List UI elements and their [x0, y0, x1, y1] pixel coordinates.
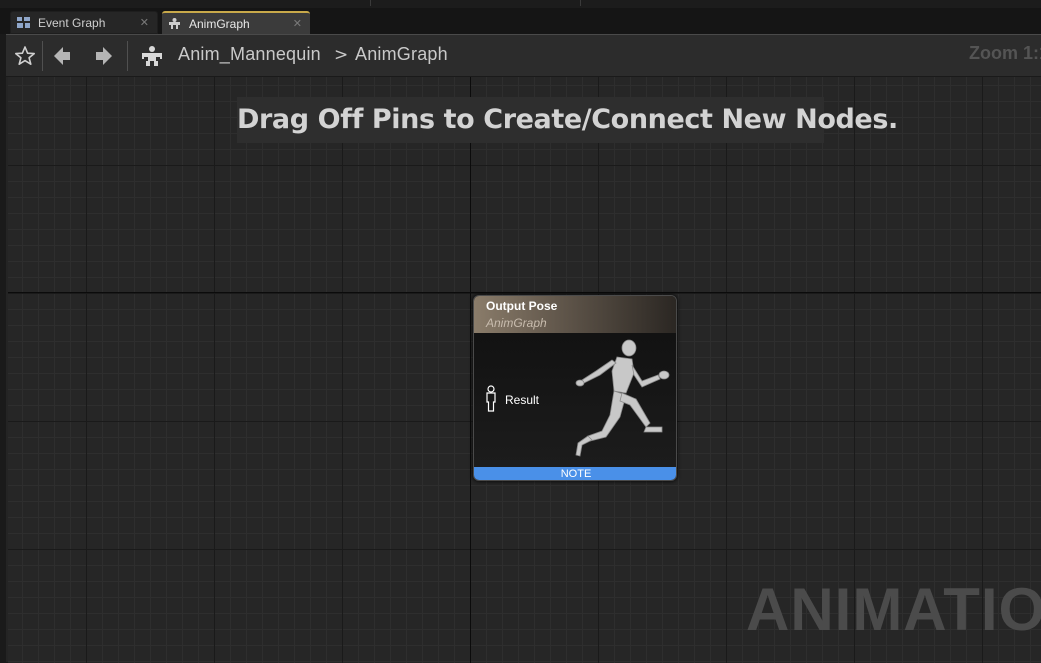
running-mannequin-icon [575, 339, 670, 457]
tab-label: AnimGraph [189, 17, 250, 31]
toolbar-divider [42, 41, 43, 71]
graph-origin-vertical [470, 77, 471, 663]
node-title: Output Pose [486, 299, 558, 313]
node-subtitle: AnimGraph [486, 316, 547, 330]
top-strip-divider [370, 0, 371, 6]
output-pose-node[interactable]: Output Pose AnimGraph Result NOTE [473, 295, 677, 481]
tab-label: Event Graph [38, 16, 106, 30]
skeleton-button[interactable] [137, 41, 167, 71]
top-strip-divider [580, 0, 581, 6]
graph-watermark: ANIMATION [746, 576, 1041, 643]
breadcrumb-separator: > [334, 45, 349, 65]
graph-origin-horizontal [8, 292, 1041, 293]
event-graph-icon [17, 17, 30, 28]
node-header[interactable]: Output Pose AnimGraph [474, 296, 676, 333]
zoom-level: Zoom 1:1 [969, 43, 1041, 63]
forward-button[interactable] [88, 41, 118, 71]
arrow-left-icon [54, 47, 70, 65]
tab-event-graph[interactable]: Event Graph ✕ [10, 11, 158, 34]
graph-toolbar: Anim_Mannequin > AnimGraph Zoom 1:1 [6, 35, 1041, 77]
skeleton-icon [142, 46, 162, 66]
pin-label: Result [505, 393, 540, 407]
graph-canvas[interactable]: Drag Off Pins to Create/Connect New Node… [8, 77, 1041, 663]
breadcrumb-root[interactable]: Anim_Mannequin [178, 44, 321, 65]
close-icon[interactable]: ✕ [293, 13, 302, 35]
anim-graph-icon [169, 18, 180, 29]
node-body: Result [474, 333, 676, 467]
pose-pin-icon[interactable] [484, 385, 498, 413]
node-note-bar[interactable]: NOTE [474, 467, 676, 480]
arrow-right-icon [96, 47, 112, 65]
hint-banner: Drag Off Pins to Create/Connect New Node… [237, 97, 898, 143]
breadcrumb-current[interactable]: AnimGraph [355, 44, 448, 65]
bookmark-button[interactable] [10, 41, 40, 71]
toolbar-divider [127, 41, 128, 71]
graph-editor: Anim_Mannequin > AnimGraph Zoom 1:1 Drag… [6, 34, 1041, 663]
star-icon [15, 46, 36, 66]
close-icon[interactable]: ✕ [140, 12, 149, 34]
back-button[interactable] [48, 41, 78, 71]
top-strip [0, 0, 1041, 8]
tab-anim-graph[interactable]: AnimGraph ✕ [162, 11, 310, 34]
tab-bar: Event Graph ✕ AnimGraph ✕ [0, 8, 1041, 34]
